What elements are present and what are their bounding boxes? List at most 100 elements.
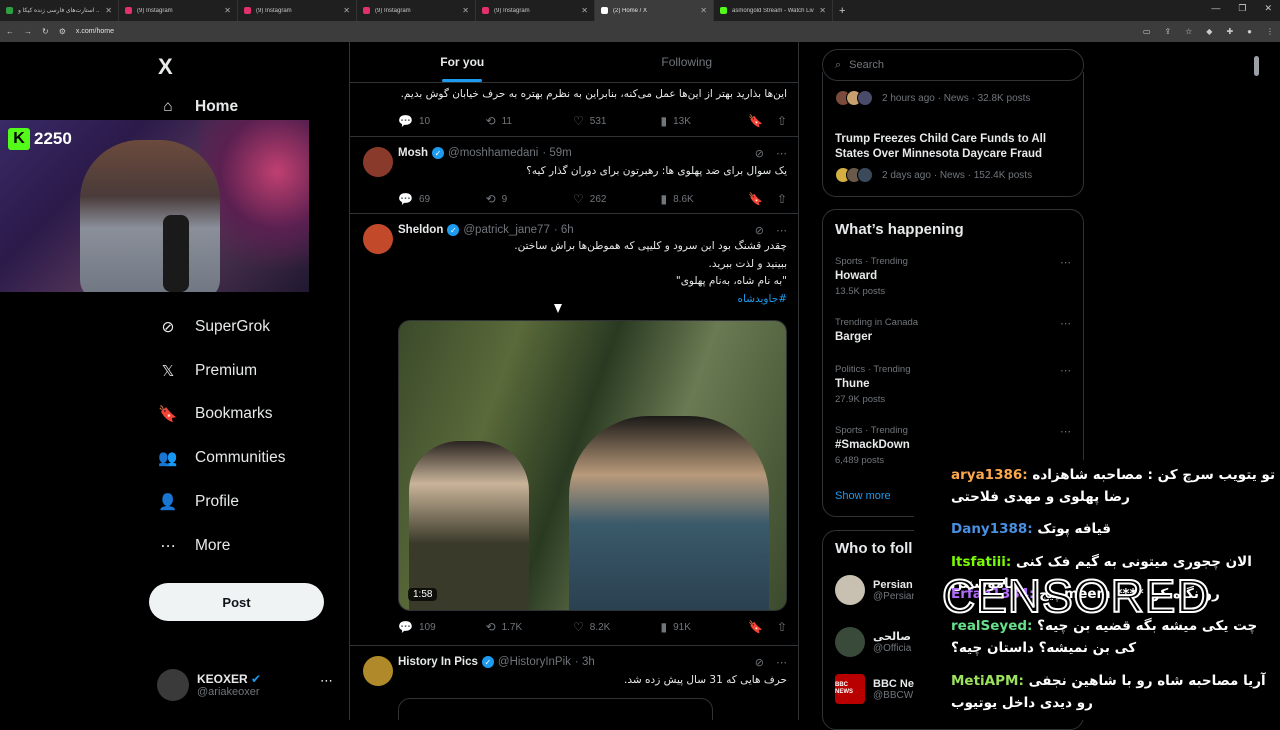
browser-tab-instagram[interactable]: (9) Instagram ✕	[238, 0, 357, 21]
follow-suggestion[interactable]: اج صالحی @Officia	[835, 627, 926, 657]
avatar[interactable]	[363, 147, 393, 177]
close-tab-icon[interactable]: ✕	[224, 6, 231, 15]
nav-premium[interactable]: 𝕏 Premium	[157, 360, 257, 382]
bookmark-icon[interactable]: 🔖	[748, 192, 763, 206]
nav-supergrok[interactable]: ⊘ SuperGrok	[157, 316, 270, 338]
more-dots-icon[interactable]: ⋯	[1060, 317, 1071, 330]
share-icon[interactable]: ⇧	[777, 192, 787, 206]
browser-tab-instagram[interactable]: (9) Instagram ✕	[476, 0, 595, 21]
reply-button[interactable]: 💬 109	[398, 620, 486, 634]
new-tab-button[interactable]: +	[833, 5, 851, 17]
site-info-icon[interactable]: ⚙	[59, 27, 66, 36]
cast-icon[interactable]: ▭	[1143, 27, 1151, 36]
forward-icon[interactable]: →	[24, 27, 32, 36]
tweet-time[interactable]: · 6h	[554, 224, 574, 236]
follow-suggestion[interactable]: BBC NEWS BBC New @BBCW	[835, 674, 923, 704]
close-tab-icon[interactable]: ✕	[462, 6, 469, 15]
account-switcher[interactable]: KEOXER ✔ @ariakeoxer ⋯	[157, 669, 333, 701]
repost-button[interactable]: ⟲ 11	[486, 114, 574, 128]
news-item[interactable]: Trump Freezes Child Care Funds to All St…	[835, 132, 1071, 183]
more-dots-icon[interactable]: ⋯	[320, 673, 333, 689]
page-scrollbar[interactable]	[1254, 56, 1259, 76]
maximize-icon[interactable]: ❐	[1238, 3, 1246, 14]
x-logo-icon[interactable]: X	[158, 54, 173, 80]
author-handle[interactable]: @HistoryInPik	[498, 656, 571, 668]
profile-avatar-icon[interactable]: ●	[1247, 27, 1252, 36]
back-icon[interactable]: ←	[6, 27, 14, 36]
close-tab-icon[interactable]: ✕	[819, 6, 826, 15]
like-button[interactable]: ♡ 262	[573, 192, 661, 206]
news-item[interactable]: 2 hours ago · News · 32.8K posts	[835, 90, 1071, 106]
grok-icon[interactable]: ⊘	[755, 656, 764, 669]
share-icon[interactable]: ⇪	[1164, 27, 1171, 36]
reply-button[interactable]: 💬 10	[398, 114, 486, 128]
extension-icon[interactable]: ◆	[1206, 27, 1212, 36]
avatar[interactable]	[363, 656, 393, 686]
browser-tab-x-home[interactable]: (2) Home / X ✕	[595, 0, 714, 21]
trend-item[interactable]: Politics · Trending Thune 27.9K posts ⋯	[835, 364, 1071, 405]
views-button[interactable]: ▮ 13K	[661, 114, 749, 128]
tweet[interactable]: Sheldon ✓ @patrick_jane77 · 6h ⊘ ⋯ چقدر قشنگ…	[350, 214, 798, 646]
more-dots-icon[interactable]: ⋯	[1060, 364, 1071, 377]
more-dots-icon[interactable]: ⋯	[776, 224, 787, 237]
tweet-time[interactable]: · 59m	[542, 147, 571, 159]
follow-suggestion[interactable]: Persian @Persiar	[835, 575, 915, 605]
more-dots-icon[interactable]: ⋯	[776, 656, 787, 669]
author-name[interactable]: History In Pics	[398, 656, 478, 668]
like-button[interactable]: ♡ 8.2K	[573, 620, 661, 634]
nav-bookmarks[interactable]: 🔖 Bookmarks	[157, 403, 272, 425]
close-tab-icon[interactable]: ✕	[105, 6, 112, 15]
more-dots-icon[interactable]: ⋯	[1060, 425, 1071, 438]
close-window-icon[interactable]: ✕	[1264, 3, 1272, 14]
views-button[interactable]: ▮ 8.6K	[661, 192, 749, 206]
tweet[interactable]: Mosh ✓ @moshhamedani · 59m ⊘ ⋯ یک سوال برای …	[350, 137, 798, 214]
more-dots-icon[interactable]: ⋯	[776, 147, 787, 160]
author-handle[interactable]: @patrick_jane77	[463, 224, 549, 236]
bookmark-icon[interactable]: 🔖	[748, 620, 763, 634]
grok-icon[interactable]: ⊘	[755, 224, 764, 237]
show-more-link[interactable]: Show more	[835, 490, 891, 502]
repost-button[interactable]: ⟲ 1.7K	[486, 620, 574, 634]
video-player[interactable]: 1:58	[398, 320, 787, 611]
nav-home[interactable]: ⌂ Home	[157, 96, 238, 118]
author-name[interactable]: Mosh	[398, 147, 428, 159]
media-preview[interactable]	[398, 698, 713, 720]
trend-item[interactable]: Trending in Canada Barger ⋯	[835, 317, 1071, 343]
nav-profile[interactable]: 👤 Profile	[157, 491, 239, 513]
author-name[interactable]: Sheldon	[398, 224, 443, 236]
more-dots-icon[interactable]: ⋯	[1060, 256, 1071, 269]
reply-button[interactable]: 💬 69	[398, 192, 486, 206]
views-button[interactable]: ▮ 91K	[661, 620, 749, 634]
trend-item[interactable]: Sports · Trending Howard 13.5K posts ⋯	[835, 256, 1071, 297]
browser-tab-instagram[interactable]: (9) Instagram ✕	[357, 0, 476, 21]
browser-tab-instagram[interactable]: (9) Instagram ✕	[119, 0, 238, 21]
puzzle-icon[interactable]: ✚	[1226, 27, 1233, 36]
nav-communities[interactable]: 👥 Communities	[157, 447, 285, 469]
share-icon[interactable]: ⇧	[777, 620, 787, 634]
tab-for-you[interactable]: For you	[350, 42, 575, 82]
minimize-icon[interactable]: —	[1211, 3, 1220, 14]
repost-button[interactable]: ⟲ 9	[486, 192, 574, 206]
bookmark-icon[interactable]: 🔖	[748, 114, 763, 128]
nav-more[interactable]: ⋯ More	[157, 535, 230, 557]
hashtag-link[interactable]: #جاویدشاه	[398, 291, 788, 309]
post-button[interactable]: Post	[149, 583, 324, 621]
like-count: 531	[589, 115, 607, 127]
tweet-time[interactable]: · 3h	[575, 656, 595, 668]
browser-tab-kick[interactable]: استارت‌های فارسی زنده کیکا و ... ✕	[0, 0, 119, 21]
share-icon[interactable]: ⇧	[777, 114, 787, 128]
menu-dots-icon[interactable]: ⋮	[1266, 27, 1274, 36]
avatar[interactable]	[363, 224, 393, 254]
tweet[interactable]: History In Pics ✓ @HistoryInPik · 3h ⊘ ⋯ حرف…	[350, 646, 798, 720]
like-button[interactable]: ♡ 531	[573, 114, 661, 128]
tab-following[interactable]: Following	[575, 42, 799, 82]
url-field[interactable]: x.com/home	[76, 28, 114, 35]
browser-tab-stream[interactable]: asmongold Stream - Watch Liv... ✕	[714, 0, 833, 21]
star-icon[interactable]: ☆	[1185, 27, 1192, 36]
close-tab-icon[interactable]: ✕	[343, 6, 350, 15]
close-tab-icon[interactable]: ✕	[581, 6, 588, 15]
author-handle[interactable]: @moshhamedani	[448, 147, 538, 159]
grok-icon[interactable]: ⊘	[755, 147, 764, 160]
reload-icon[interactable]: ↻	[42, 27, 49, 36]
close-tab-icon[interactable]: ✕	[700, 6, 707, 15]
